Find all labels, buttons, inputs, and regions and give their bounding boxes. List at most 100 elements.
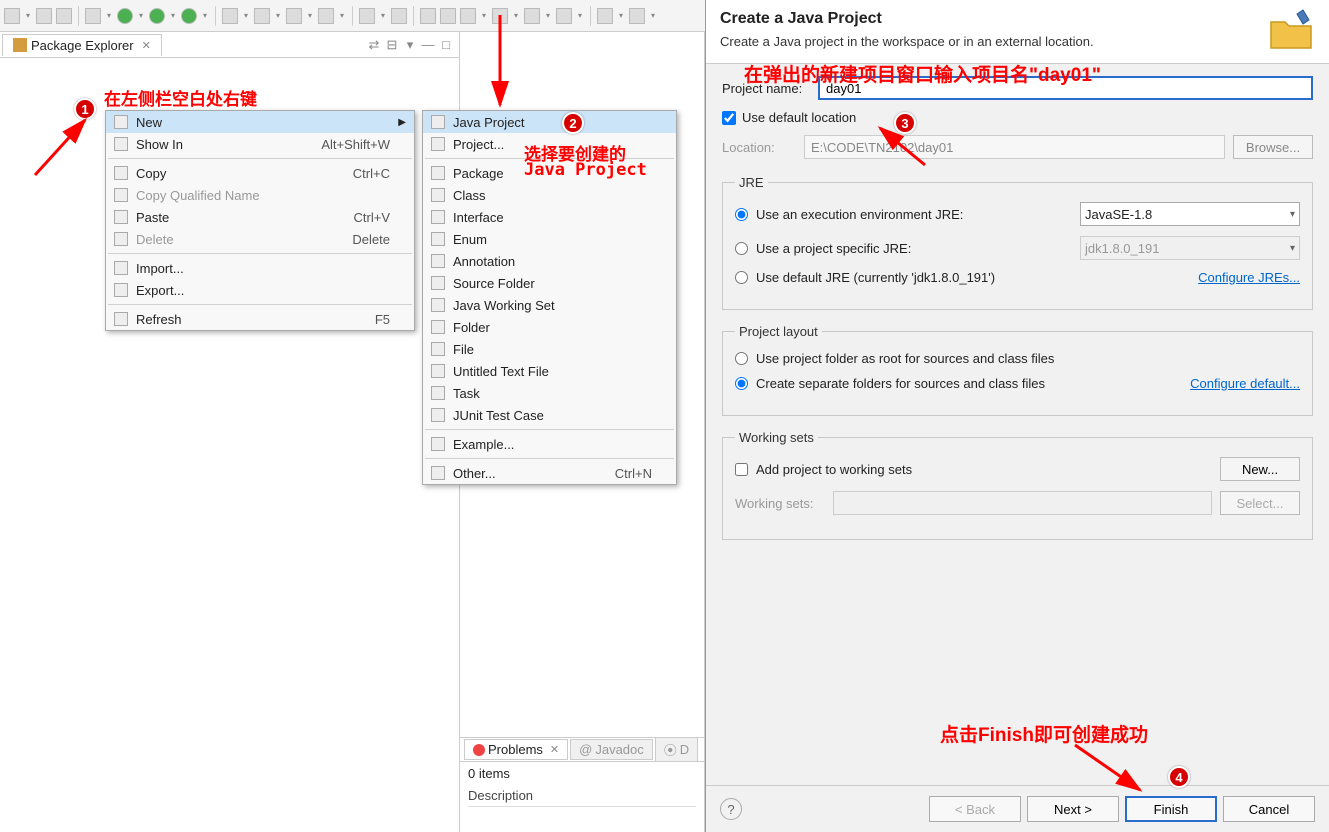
layout-root-radio[interactable] — [735, 352, 748, 365]
toolbar-icon[interactable] — [286, 8, 302, 24]
menu-item[interactable]: Annotation — [423, 250, 676, 272]
menu-item[interactable]: Folder — [423, 316, 676, 338]
menu-item[interactable]: Source Folder — [423, 272, 676, 294]
menu-item[interactable]: RefreshF5 — [106, 308, 414, 330]
forward-icon[interactable] — [629, 8, 645, 24]
toolbar-icon[interactable] — [56, 8, 72, 24]
menu-item[interactable]: Class — [423, 184, 676, 206]
close-icon[interactable]: ✕ — [142, 39, 151, 52]
menu-item[interactable]: New▶ — [106, 111, 414, 133]
menu-item-label: Java Working Set — [449, 298, 652, 313]
toolbar-icon[interactable] — [222, 8, 238, 24]
select-working-sets-button: Select... — [1220, 491, 1300, 515]
dropdown-icon[interactable]: ▾ — [576, 8, 584, 24]
menu-item[interactable]: Copy Qualified Name — [106, 184, 414, 206]
menu-item[interactable]: JUnit Test Case — [423, 404, 676, 426]
dropdown-icon[interactable]: ▾ — [512, 8, 520, 24]
menu-item-icon — [110, 308, 132, 330]
menu-item[interactable]: Enum — [423, 228, 676, 250]
dropdown-icon[interactable]: ▾ — [201, 8, 209, 24]
problems-tab[interactable]: Problems ✕ — [464, 739, 568, 760]
configure-jres-link[interactable]: Configure JREs... — [1198, 270, 1300, 285]
new-working-set-button[interactable]: New... — [1220, 457, 1300, 481]
jre-default-radio[interactable] — [735, 271, 748, 284]
jre-project-specific-radio[interactable] — [735, 242, 748, 255]
toolbar-icon[interactable] — [460, 8, 476, 24]
dropdown-icon[interactable]: ▾ — [649, 8, 657, 24]
menu-item-label: Interface — [449, 210, 652, 225]
view-menu-icon[interactable]: ▾ — [403, 38, 417, 52]
menu-item[interactable]: Java Project — [423, 111, 676, 133]
menu-item[interactable]: File — [423, 338, 676, 360]
toolbar-icon[interactable] — [254, 8, 270, 24]
back-icon[interactable] — [597, 8, 613, 24]
annotation-badge-4: 4 — [1168, 766, 1190, 788]
declaration-tab[interactable]: ⦿ D — [655, 737, 698, 762]
menu-item-icon — [427, 433, 449, 455]
configure-default-link[interactable]: Configure default... — [1190, 376, 1300, 391]
menu-item[interactable]: Export... — [106, 279, 414, 301]
layout-separate-radio[interactable] — [735, 377, 748, 390]
jre-execution-env-radio[interactable] — [735, 208, 748, 221]
toolbar-icon[interactable] — [391, 8, 407, 24]
use-default-location-label: Use default location — [742, 110, 856, 125]
toolbar-icon[interactable] — [318, 8, 334, 24]
run-icon[interactable] — [117, 8, 133, 24]
dropdown-icon[interactable]: ▾ — [544, 8, 552, 24]
dropdown-icon[interactable]: ▾ — [617, 8, 625, 24]
menu-item-icon — [427, 382, 449, 404]
dropdown-icon[interactable]: ▾ — [274, 8, 282, 24]
toolbar-icon[interactable] — [85, 8, 101, 24]
menu-item[interactable]: Task — [423, 382, 676, 404]
menu-item[interactable]: Other...Ctrl+N — [423, 462, 676, 484]
dropdown-icon[interactable]: ▾ — [105, 8, 113, 24]
next-button[interactable]: Next > — [1027, 796, 1119, 822]
link-editor-icon[interactable]: ⇄ — [367, 38, 381, 52]
dropdown-icon[interactable]: ▾ — [338, 8, 346, 24]
dropdown-icon[interactable]: ▾ — [242, 8, 250, 24]
jre-env-select[interactable]: JavaSE-1.8▾ — [1080, 202, 1300, 226]
toolbar-icon[interactable] — [556, 8, 572, 24]
dropdown-icon[interactable]: ▾ — [379, 8, 387, 24]
menu-item-icon — [110, 206, 132, 228]
browse-button: Browse... — [1233, 135, 1313, 159]
menu-item[interactable]: CopyCtrl+C — [106, 162, 414, 184]
menu-item[interactable]: Example... — [423, 433, 676, 455]
debug-icon[interactable] — [149, 8, 165, 24]
use-default-location-checkbox[interactable] — [722, 111, 736, 125]
minimize-icon[interactable]: — — [421, 38, 435, 52]
menu-item[interactable]: DeleteDelete — [106, 228, 414, 250]
dropdown-icon[interactable]: ▾ — [137, 8, 145, 24]
dropdown-icon[interactable]: ▾ — [306, 8, 314, 24]
toolbar-icon[interactable] — [420, 8, 436, 24]
help-icon[interactable]: ? — [720, 798, 742, 820]
dropdown-icon[interactable]: ▾ — [480, 8, 488, 24]
menu-item[interactable]: Show InAlt+Shift+W — [106, 133, 414, 155]
dropdown-icon[interactable]: ▾ — [24, 8, 32, 24]
menu-item[interactable]: Java Working Set — [423, 294, 676, 316]
collapse-all-icon[interactable]: ⊟ — [385, 38, 399, 52]
chevron-down-icon: ▾ — [1290, 243, 1295, 254]
add-to-working-sets-checkbox[interactable] — [735, 463, 748, 476]
menu-item[interactable]: Untitled Text File — [423, 360, 676, 382]
annotation-text-4: 点击Finish即可创建成功 — [940, 720, 1148, 747]
location-input — [804, 135, 1225, 159]
toolbar-icon[interactable] — [492, 8, 508, 24]
toolbar-icon[interactable] — [36, 8, 52, 24]
search-icon[interactable] — [359, 8, 375, 24]
package-explorer-tab[interactable]: Package Explorer ✕ — [2, 34, 162, 56]
menu-item[interactable]: PasteCtrl+V — [106, 206, 414, 228]
javadoc-tab[interactable]: @ Javadoc — [570, 739, 653, 760]
maximize-icon[interactable]: □ — [439, 38, 453, 52]
menu-item[interactable]: Interface — [423, 206, 676, 228]
run-ext-icon[interactable] — [181, 8, 197, 24]
close-icon[interactable]: ✕ — [550, 743, 559, 756]
dropdown-icon[interactable]: ▾ — [169, 8, 177, 24]
cancel-button[interactable]: Cancel — [1223, 796, 1315, 822]
menu-item-icon — [427, 228, 449, 250]
toolbar-icon[interactable] — [524, 8, 540, 24]
toolbar-icon[interactable] — [440, 8, 456, 24]
finish-button[interactable]: Finish — [1125, 796, 1217, 822]
menu-item[interactable]: Import... — [106, 257, 414, 279]
toolbar-icon[interactable] — [4, 8, 20, 24]
